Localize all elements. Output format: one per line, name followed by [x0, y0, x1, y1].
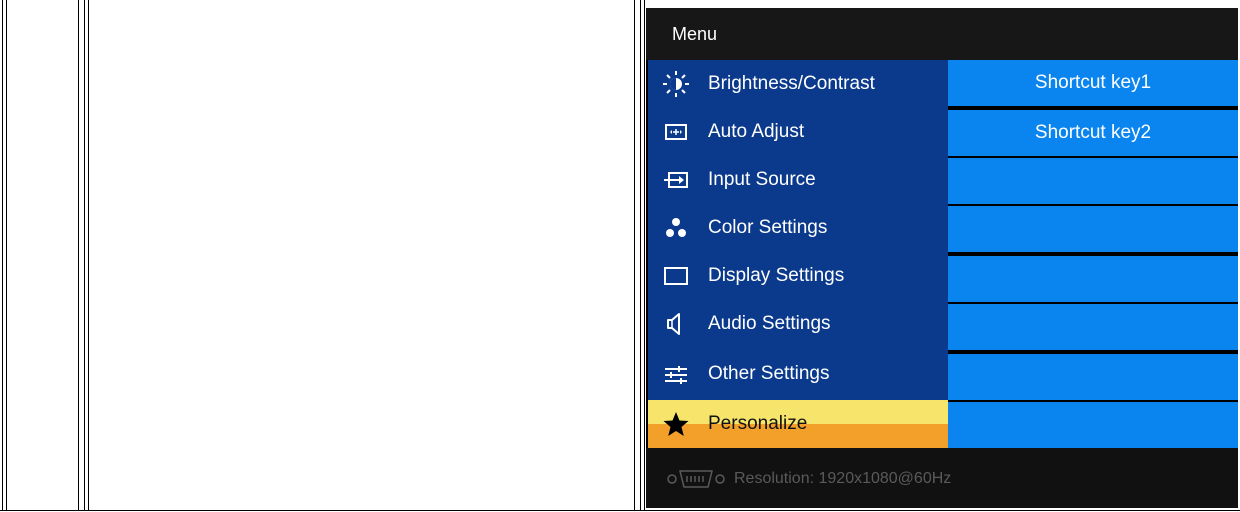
submenu-empty-cell: [948, 304, 1238, 350]
input-source-icon: [662, 166, 690, 194]
table-border-line: [84, 0, 85, 510]
osd-status-bar: Resolution: 1920x1080@60Hz: [646, 448, 1238, 508]
submenu-empty-cell: [948, 402, 1238, 448]
color-settings-icon: [662, 214, 690, 242]
menu-item-label: Auto Adjust: [708, 121, 805, 142]
submenu-empty-cell: [948, 206, 1238, 252]
display-settings-icon: [662, 262, 690, 290]
osd-title-bar: Menu: [646, 8, 1238, 60]
speaker-icon: [662, 310, 690, 338]
osd-menu-list: Brightness/Contrast Auto Adjust Input So…: [648, 60, 948, 448]
table-border-line: [2, 0, 3, 510]
osd-title: Menu: [672, 24, 718, 44]
submenu-empty-cell: [948, 158, 1238, 204]
vga-connector-icon: [666, 468, 736, 490]
table-border-line: [0, 510, 1240, 511]
menu-item-label: Other Settings: [708, 363, 830, 384]
brightness-icon: [662, 70, 690, 98]
table-border-line: [640, 0, 641, 510]
menu-item-personalize[interactable]: Personalize: [648, 400, 948, 448]
menu-item-other-settings[interactable]: Other Settings: [648, 350, 948, 398]
menu-item-label: Brightness/Contrast: [708, 73, 875, 94]
shortcut-key2-option[interactable]: Shortcut key2: [948, 110, 1238, 156]
auto-adjust-icon: [662, 118, 690, 146]
menu-item-label: Display Settings: [708, 265, 845, 286]
menu-item-label: Audio Settings: [708, 313, 831, 334]
menu-item-label: Personalize: [708, 413, 808, 434]
table-border-line: [634, 0, 635, 510]
table-border-line: [644, 0, 645, 510]
table-border-line: [88, 0, 89, 510]
menu-item-auto-adjust[interactable]: Auto Adjust: [648, 108, 948, 156]
osd-menu-screenshot: Menu Brightness/Contrast Auto Adjust Inp…: [646, 8, 1238, 508]
osd-submenu-panel: Shortcut key1 Shortcut key2: [948, 60, 1238, 448]
sliders-icon: [662, 360, 690, 388]
menu-item-audio-settings[interactable]: Audio Settings: [648, 300, 948, 348]
shortcut-key1-option[interactable]: Shortcut key1: [948, 60, 1238, 106]
menu-item-color-settings[interactable]: Color Settings: [648, 204, 948, 252]
table-border-line: [6, 0, 7, 510]
table-border-line: [78, 0, 79, 510]
submenu-empty-cell: [948, 256, 1238, 302]
menu-item-display-settings[interactable]: Display Settings: [648, 252, 948, 300]
menu-item-label: Input Source: [708, 169, 816, 190]
menu-item-brightness-contrast[interactable]: Brightness/Contrast: [648, 60, 948, 108]
menu-item-input-source[interactable]: Input Source: [648, 156, 948, 204]
resolution-text: Resolution: 1920x1080@60Hz: [734, 470, 952, 487]
star-icon: [662, 410, 690, 438]
submenu-empty-cell: [948, 354, 1238, 400]
menu-item-label: Color Settings: [708, 217, 828, 238]
